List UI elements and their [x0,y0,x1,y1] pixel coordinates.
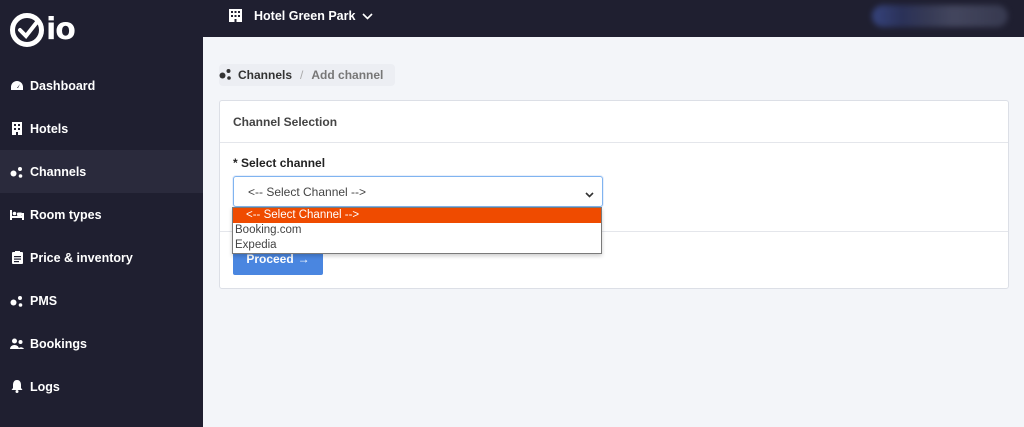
bell-icon [10,380,24,394]
sidebar-nav: Dashboard Hotels Channels Room types Pri… [0,64,203,408]
select-channel-label: * Select channel [233,156,326,170]
topbar: Hotel Green Park [203,0,1024,37]
clipboard-icon [10,251,24,265]
sidebar: io Dashboard Hotels Channels Room types [0,0,203,427]
sidebar-item-label: Channels [30,164,87,179]
chevron-down-icon [362,9,374,23]
sidebar-item-logs[interactable]: Logs [0,365,203,408]
sidebar-item-label: Dashboard [30,78,96,93]
channels-icon [219,68,232,83]
sidebar-item-label: PMS [30,293,58,308]
logo-check-icon [10,13,44,47]
sidebar-item-room-types[interactable]: Room types [0,193,203,236]
breadcrumb-current: Add channel [311,68,384,82]
breadcrumb: Channels / Add channel [219,64,396,86]
sidebar-item-pms[interactable]: PMS [0,279,203,322]
channel-option-placeholder[interactable]: <-- Select Channel --> [233,208,601,223]
hotel-name: Hotel Green Park [254,9,356,23]
sidebar-item-label: Room types [30,207,102,222]
user-menu[interactable] [872,5,1008,27]
app-logo[interactable]: io [10,10,76,50]
breadcrumb-separator: / [300,68,304,82]
breadcrumb-channels-link[interactable]: Channels [238,68,292,82]
hotel-icon [229,8,242,25]
channel-select-value: <-- Select Channel --> [248,184,367,199]
sidebar-item-channels[interactable]: Channels [0,150,203,193]
channel-option-expedia[interactable]: Expedia [233,238,601,253]
channel-select[interactable]: <-- Select Channel --> [233,176,603,207]
hotel-switcher[interactable]: Hotel Green Park [229,0,374,32]
channel-options-list: <-- Select Channel --> Booking.com Exped… [232,207,602,254]
pms-icon [10,294,24,308]
sidebar-item-hotels[interactable]: Hotels [0,107,203,150]
card-title: Channel Selection [220,101,1008,143]
hotel-icon [10,122,24,136]
chevron-down-icon [585,187,594,201]
sidebar-item-label: Hotels [30,121,69,136]
channel-selection-card: Channel Selection * Select channel <-- S… [219,100,1009,289]
sidebar-item-label: Bookings [30,336,87,351]
sidebar-item-label: Logs [30,379,60,394]
sidebar-item-price-inventory[interactable]: Price & inventory [0,236,203,279]
channel-option-booking[interactable]: Booking.com [233,223,601,238]
channels-icon [10,165,24,179]
bed-icon [10,208,24,222]
dashboard-icon [10,79,24,93]
sidebar-item-bookings[interactable]: Bookings [0,322,203,365]
logo-text: io [46,12,76,47]
users-icon [10,337,24,351]
sidebar-item-label: Price & inventory [30,250,133,265]
sidebar-item-dashboard[interactable]: Dashboard [0,64,203,107]
